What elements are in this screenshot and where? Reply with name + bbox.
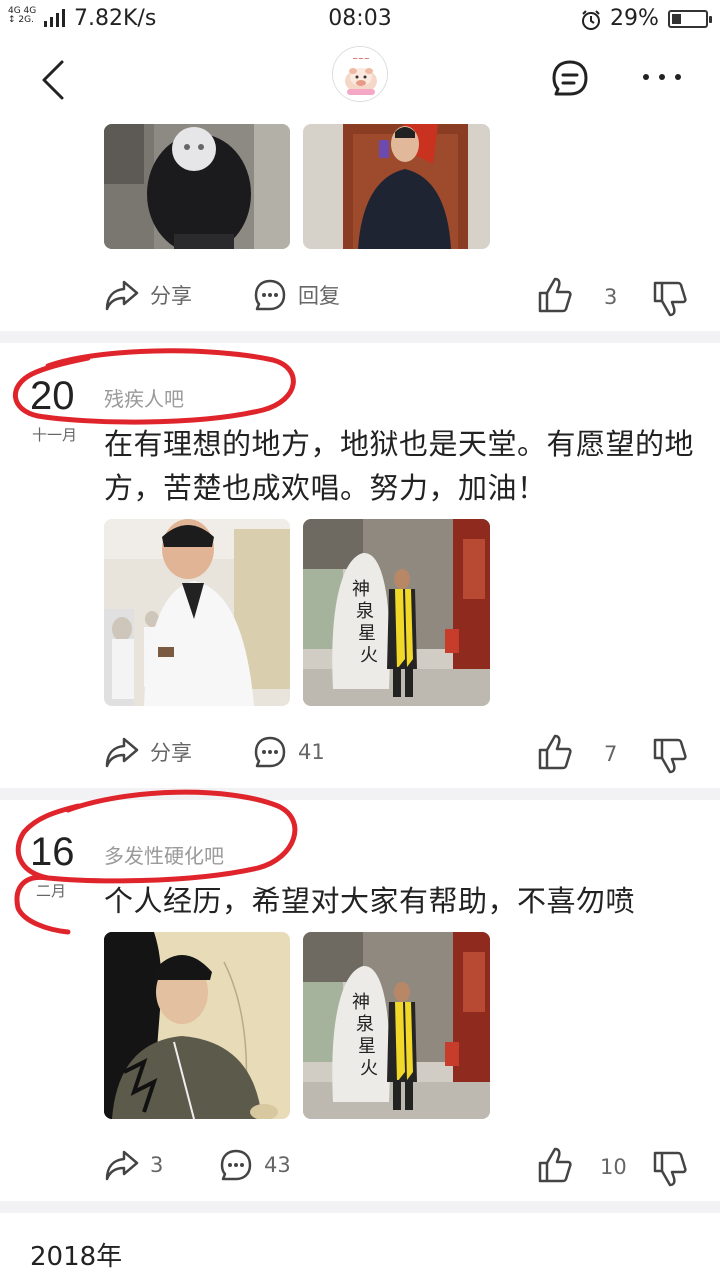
svg-text:泉: 泉	[356, 1014, 374, 1035]
battery-icon	[668, 10, 712, 28]
year-heading: 2018年	[30, 1242, 123, 1272]
forum-name[interactable]: 多发性硬化吧	[104, 840, 224, 869]
comment-button[interactable]: 43	[218, 1148, 291, 1182]
avatar-image: ~~~	[333, 47, 387, 101]
post-month: 二月	[36, 882, 67, 900]
comment-count: 41	[298, 740, 325, 764]
comment-count: 43	[264, 1153, 291, 1177]
share-label: 分享	[150, 741, 192, 765]
more-button[interactable]	[640, 62, 684, 92]
svg-text:火: 火	[360, 645, 378, 666]
post-image[interactable]	[104, 124, 290, 249]
like-icon[interactable]	[537, 733, 573, 771]
post-image[interactable]	[303, 124, 490, 249]
comment-icon	[254, 736, 286, 768]
dislike-icon[interactable]	[652, 280, 688, 318]
share-button[interactable]: 分享	[104, 278, 192, 312]
dislike-icon[interactable]	[652, 737, 688, 775]
battery-percent: 29%	[610, 6, 659, 31]
dislike-icon[interactable]	[652, 1150, 688, 1188]
like-count: 7	[604, 742, 618, 766]
top-nav: ~~~	[0, 40, 720, 118]
back-button[interactable]	[36, 58, 76, 102]
like-count: 10	[600, 1155, 627, 1179]
like-icon[interactable]	[537, 1146, 573, 1184]
svg-text:神: 神	[352, 992, 370, 1013]
post-text[interactable]: 个人经历，希望对大家有帮助，不喜勿喷	[104, 879, 704, 923]
post-image[interactable]: 神 泉 星 火	[303, 932, 490, 1119]
share-icon	[105, 737, 139, 768]
status-bar: 4G 4G ↕ 2G. 7.82K/s 08:03 29%	[0, 0, 720, 40]
like-count: 3	[604, 285, 618, 309]
share-label: 分享	[150, 284, 192, 308]
message-button[interactable]	[548, 58, 592, 98]
comment-icon	[254, 279, 286, 311]
svg-text:神: 神	[352, 579, 370, 600]
svg-text:~~~: ~~~	[352, 55, 370, 63]
post-day: 20	[30, 374, 75, 418]
comment-icon	[220, 1149, 252, 1181]
section-divider	[0, 788, 720, 800]
post-image[interactable]	[104, 519, 290, 706]
post-text[interactable]: 在有理想的地方，地狱也是天堂。有愿望的地方，苦楚也成欢唱。努力，加油！	[104, 422, 704, 510]
post-month: 十一月	[32, 426, 78, 444]
post-day: 16	[30, 830, 75, 874]
post-image[interactable]	[104, 932, 290, 1119]
reply-button[interactable]: 回复	[252, 278, 340, 312]
svg-text:星: 星	[358, 623, 376, 644]
share-button[interactable]: 3	[104, 1148, 163, 1182]
like-icon[interactable]	[537, 276, 573, 314]
section-divider	[0, 331, 720, 343]
forum-name[interactable]: 残疾人吧	[104, 383, 184, 412]
comment-button[interactable]: 41	[252, 735, 325, 769]
share-count: 3	[150, 1153, 164, 1177]
reply-label: 回复	[298, 284, 340, 308]
svg-text:火: 火	[360, 1058, 378, 1079]
share-icon	[105, 1150, 139, 1181]
section-divider	[0, 1201, 720, 1213]
svg-text:星: 星	[358, 1036, 376, 1057]
share-button[interactable]: 分享	[104, 735, 192, 769]
share-icon	[105, 280, 139, 311]
post-image[interactable]: 神 泉 星 火	[303, 519, 490, 706]
svg-text:泉: 泉	[356, 601, 374, 622]
alarm-icon	[582, 10, 600, 30]
avatar[interactable]: ~~~	[332, 46, 388, 102]
